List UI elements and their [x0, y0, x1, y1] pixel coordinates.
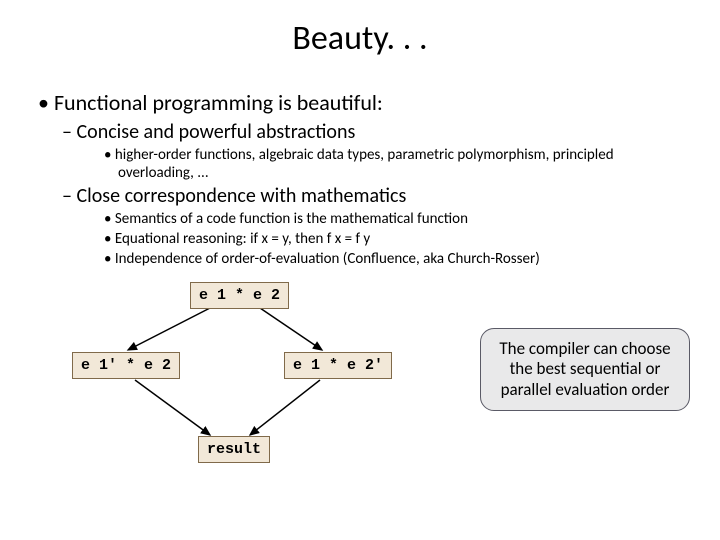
- bullet-l1: Functional programming is beautiful:: [52, 89, 700, 116]
- bullet-l2-math: Close correspondence with mathematics: [38, 184, 700, 208]
- bullet-l3-hof: higher-order functions, algebraic data t…: [38, 146, 700, 182]
- expr-right: e 1 * e 2': [284, 352, 392, 379]
- expr-top: e 1 * e 2: [190, 282, 289, 309]
- expr-bottom: result: [198, 436, 270, 463]
- content-area: Functional programming is beautiful: Con…: [0, 89, 720, 268]
- bullet-l3-equational: Equational reasoning: if x = y, then f x…: [38, 230, 700, 248]
- confluence-diagram: e 1 * e 2 e 1' * e 2 e 1 * e 2' result T…: [0, 280, 720, 490]
- bullet-l3-semantics: Semantics of a code function is the math…: [38, 210, 700, 228]
- expr-left: e 1' * e 2: [72, 352, 180, 379]
- callout-box: The compiler can choose the best sequent…: [480, 328, 690, 411]
- bullet-l3-confluence: Independence of order-of-evaluation (Con…: [38, 250, 700, 268]
- slide-title: Beauty. . .: [0, 0, 720, 89]
- bullet-l2-abstractions: Concise and powerful abstractions: [38, 120, 700, 144]
